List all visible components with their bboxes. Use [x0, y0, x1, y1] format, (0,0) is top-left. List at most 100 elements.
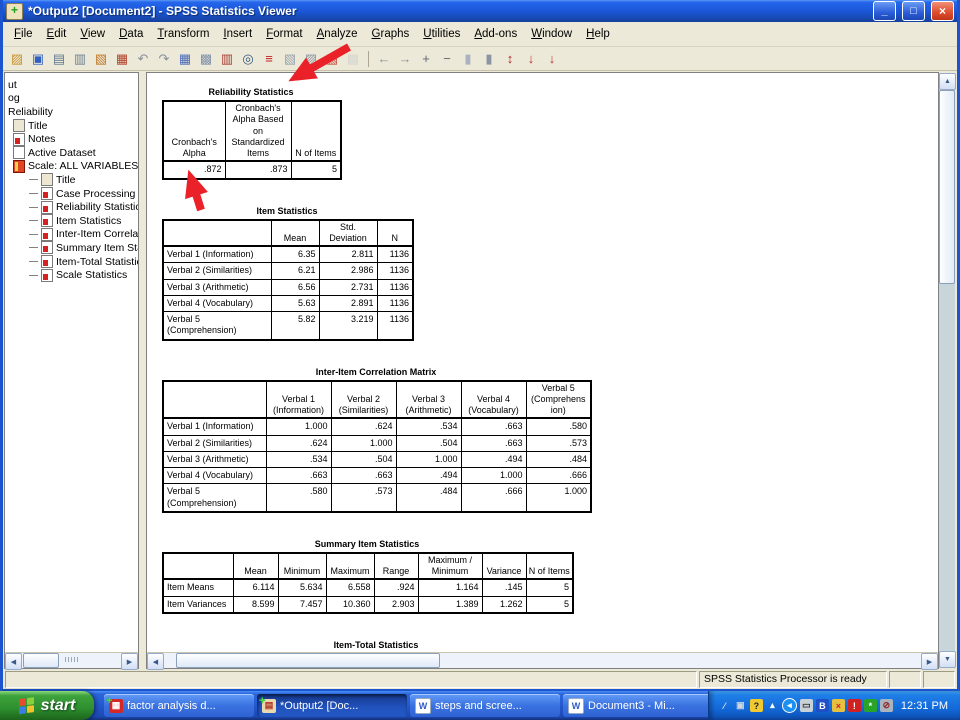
expand-chevron-icon[interactable]: ▴: [766, 699, 779, 712]
pane-splitter[interactable]: [139, 72, 146, 669]
save-icon[interactable]: ▣: [28, 50, 48, 68]
hide-icons-button[interactable]: ◂: [782, 698, 797, 713]
collapse-icon[interactable]: −: [437, 50, 457, 68]
outline-item-ut[interactable]: ut: [5, 78, 138, 92]
outline-item-item-statistics[interactable]: Item Statistics: [5, 214, 138, 228]
print-preview-icon[interactable]: ▥: [70, 50, 90, 68]
goto-case-icon[interactable]: ▩: [196, 50, 216, 68]
scroll-right-icon[interactable]: ▶: [921, 653, 938, 670]
menu-format[interactable]: Format: [259, 25, 309, 43]
title-bar[interactable]: + *Output2 [Document2] - SPSS Statistics…: [3, 0, 957, 22]
outline-hscrollbar[interactable]: ◀ ▶: [5, 652, 138, 668]
forward-icon[interactable]: →: [395, 50, 415, 68]
content-vscroll-track[interactable]: [939, 90, 955, 651]
recall-dialogs-icon[interactable]: ▦: [112, 50, 132, 68]
task-output2-doc[interactable]: ▤*Output2 [Doc...: [257, 694, 407, 717]
content-vscrollbar[interactable]: ▲ ▼: [939, 73, 955, 668]
task-factor-analysis-d[interactable]: ▦factor analysis d...: [104, 694, 254, 717]
styles-icon[interactable]: ≡: [259, 50, 279, 68]
menu-window[interactable]: Window: [524, 25, 579, 43]
cell-value: 7.457: [278, 596, 326, 613]
content-vscroll-thumb[interactable]: [939, 90, 955, 284]
help-icon[interactable]: ?: [750, 699, 763, 712]
task-steps-and-scree[interactable]: Wsteps and scree...: [410, 694, 560, 717]
outline-item-summary-item-statistics[interactable]: Summary Item Statistics: [5, 241, 138, 255]
table-reliability-statistics[interactable]: Cronbach's AlphaCronbach's Alpha Based o…: [162, 100, 342, 180]
volume-muted-icon[interactable]: ⊘: [880, 699, 893, 712]
menu-analyze[interactable]: Analyze: [310, 25, 365, 43]
goto-data-icon[interactable]: ▦: [175, 50, 195, 68]
minimize-button[interactable]: _: [873, 1, 896, 21]
promote-demote-icon[interactable]: ↕: [500, 50, 520, 68]
table-inter-item-correlation-matrix[interactable]: Verbal 1 (Information)Verbal 2 (Similari…: [162, 380, 592, 513]
table-item-statistics[interactable]: MeanStd. DeviationNVerbal 1 (Information…: [162, 219, 414, 341]
redo-icon[interactable]: ↷: [154, 50, 174, 68]
show-results-icon[interactable]: ▨: [301, 50, 321, 68]
paste-special-icon[interactable]: ▩: [343, 50, 363, 68]
graphics-app-icon[interactable]: ×: [832, 699, 845, 712]
security-alert-icon[interactable]: !: [848, 699, 861, 712]
outline-item-title[interactable]: Title: [5, 173, 138, 187]
menu-insert[interactable]: Insert: [216, 25, 259, 43]
outline-item-item-total-statistics[interactable]: Item-Total Statistics: [5, 255, 138, 269]
scroll-left-icon[interactable]: ◀: [5, 653, 22, 670]
print-icon[interactable]: ▤: [49, 50, 69, 68]
outline-item-reliability[interactable]: Reliability: [5, 105, 138, 119]
scroll-up-icon[interactable]: ▲: [939, 73, 956, 90]
open-icon[interactable]: ▨: [7, 50, 27, 68]
show-block-icon[interactable]: ▮: [458, 50, 478, 68]
menu-edit[interactable]: Edit: [40, 25, 74, 43]
scroll-right-icon[interactable]: ▶: [121, 653, 138, 670]
outline-item-title[interactable]: Title: [5, 119, 138, 133]
display-icon[interactable]: ▭: [800, 699, 813, 712]
outline-item-label: Scale: ALL VARIABLES: [28, 160, 138, 172]
insert-heading-icon[interactable]: ▧: [322, 50, 342, 68]
outline-item-scale-all-variables[interactable]: Scale: ALL VARIABLES: [5, 160, 138, 174]
variables-icon[interactable]: ▥: [217, 50, 237, 68]
display-properties-icon[interactable]: ▣: [734, 699, 747, 712]
menu-help[interactable]: Help: [579, 25, 617, 43]
insert-break-icon[interactable]: ↓: [521, 50, 541, 68]
outline-hscroll-thumb[interactable]: [23, 653, 59, 668]
undo-icon[interactable]: ↶: [133, 50, 153, 68]
outline-item-notes[interactable]: Notes: [5, 132, 138, 146]
menu-add-ons[interactable]: Add-ons: [467, 25, 524, 43]
outline-item-inter-item-correlation-matrix[interactable]: Inter-Item Correlation Matrix: [5, 228, 138, 242]
hide-block-icon[interactable]: ▮: [479, 50, 499, 68]
outline-item-scale-statistics[interactable]: Scale Statistics: [5, 268, 138, 282]
menu-data[interactable]: Data: [112, 25, 150, 43]
page-break-icon[interactable]: ↓: [542, 50, 562, 68]
menu-view[interactable]: View: [73, 25, 112, 43]
menu-utilities[interactable]: Utilities: [416, 25, 467, 43]
export-output-icon[interactable]: ▧: [91, 50, 111, 68]
task-document3-mi[interactable]: WDocument3 - Mi...: [563, 694, 713, 717]
back-icon[interactable]: ←: [374, 50, 394, 68]
row-label: Verbal 3 (Arithmetic): [163, 279, 271, 295]
outline-hscroll-track[interactable]: [22, 653, 121, 668]
outline-item-case-processing-summary[interactable]: Case Processing Summary: [5, 187, 138, 201]
column-header: Verbal 5 (Comprehens ion): [526, 381, 591, 419]
close-button[interactable]: ×: [931, 1, 954, 21]
table-summary-item-statistics[interactable]: MeanMinimumMaximumRangeMaximum / Minimum…: [162, 552, 574, 614]
scroll-left-icon[interactable]: ◀: [147, 653, 164, 670]
menu-file[interactable]: File: [7, 25, 40, 43]
restore-button[interactable]: □: [902, 1, 925, 21]
content-hscroll-track[interactable]: [164, 653, 921, 668]
menu-graphs[interactable]: Graphs: [365, 25, 417, 43]
find-icon[interactable]: ◎: [238, 50, 258, 68]
outline-item-og[interactable]: og: [5, 92, 138, 106]
select-output-icon[interactable]: ▧: [280, 50, 300, 68]
content-hscrollbar[interactable]: ◀ ▶: [147, 652, 938, 668]
outline-item-label: og: [8, 92, 20, 104]
bluetooth-icon[interactable]: B: [816, 699, 829, 712]
scroll-down-icon[interactable]: ▼: [939, 651, 956, 668]
content-hscroll-thumb[interactable]: [176, 653, 440, 668]
menu-transform[interactable]: Transform: [150, 25, 216, 43]
wireless-icon[interactable]: *: [864, 699, 877, 712]
expand-icon[interactable]: +: [416, 50, 436, 68]
stylus-icon[interactable]: ⁄: [718, 699, 731, 712]
column-header: Range: [374, 553, 418, 580]
start-button[interactable]: start: [0, 691, 94, 720]
outline-item-active-dataset[interactable]: Active Dataset: [5, 146, 138, 160]
outline-item-reliability-statistics[interactable]: Reliability Statistics: [5, 200, 138, 214]
